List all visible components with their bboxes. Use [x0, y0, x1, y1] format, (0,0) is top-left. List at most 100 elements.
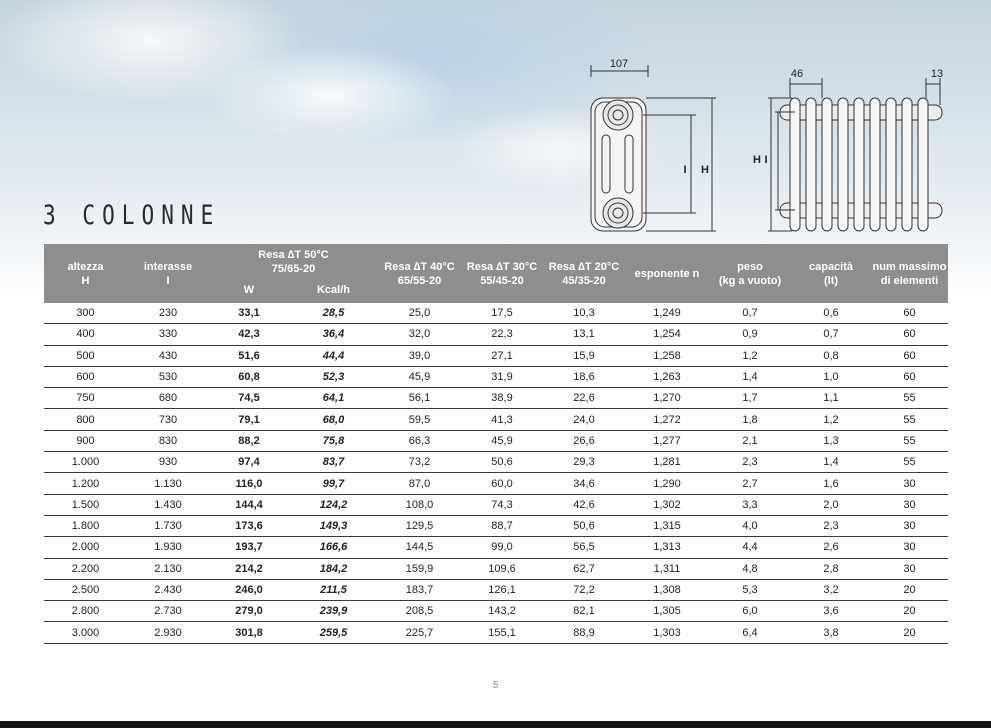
table-cell: 55: [871, 387, 948, 410]
table-cell: 2.000: [44, 536, 127, 559]
table-cell: 39,0: [378, 345, 461, 367]
header-w: W: [209, 276, 289, 303]
table-cell: 3,6: [791, 600, 871, 623]
table-cell: 15,9: [543, 345, 625, 367]
table-row: 1.800 1.730 173,6 149,3 129,5 88,7 50,6 1,315 4,…: [44, 515, 948, 538]
table-cell: 1.500: [44, 494, 127, 516]
table-cell: 900: [44, 430, 127, 453]
table-cell: 300: [44, 303, 127, 325]
table-cell: 45,9: [378, 366, 461, 389]
table-cell: 2,3: [709, 451, 791, 474]
table-row: 2.800 2.730 279,0 239,9 208,5 143,2 82,1 1,305 6…: [44, 600, 948, 623]
table-cell: 129,5: [378, 515, 461, 538]
table-cell: 259,5: [289, 621, 378, 644]
table-cell: 3,3: [709, 494, 791, 516]
table-cell: 2.430: [127, 579, 209, 602]
table-cell: 55: [871, 451, 948, 474]
table-cell: 1,313: [625, 536, 709, 559]
header-kcal: Kcal/h: [289, 276, 378, 303]
table-row: 2.500 2.430 246,0 211,5 183,7 126,1 72,2 1,308 5…: [44, 579, 948, 602]
table-cell: 97,4: [209, 451, 289, 474]
table-cell: 2.200: [44, 558, 127, 580]
table-cell: 60: [871, 366, 948, 389]
table-cell: 20: [871, 579, 948, 602]
table-cell: 60: [871, 345, 948, 367]
table-body: 300 230 33,1 28,5 25,0 17,5 10,3 1,249 0,7 0,6 60 4…: [44, 303, 948, 644]
table-cell: 2,6: [791, 536, 871, 559]
table-cell: 1,290: [625, 472, 709, 495]
table-cell: 116,0: [209, 472, 289, 495]
pitch-dimension-label: 46: [791, 68, 803, 80]
footer-band: [0, 721, 991, 728]
table-cell: 2.800: [44, 600, 127, 623]
table-cell: 0,6: [791, 303, 871, 325]
side-view-drawing: [590, 65, 716, 232]
table-cell: 1,315: [625, 515, 709, 538]
table-cell: 1,249: [625, 303, 709, 325]
page-title: 3 COLONNE: [43, 200, 221, 231]
table-cell: 500: [44, 345, 127, 367]
header-elementi: num massimo di elementi: [871, 244, 948, 303]
table-row: 1.000 930 97,4 83,7 73,2 50,6 29,3 1,281 2,3 1,4 5…: [44, 451, 948, 474]
table-cell: 1,2: [791, 408, 871, 431]
table-cell: 33,1: [209, 303, 289, 325]
table-cell: 1,4: [709, 366, 791, 389]
table-cell: 64,1: [289, 387, 378, 410]
table-cell: 149,3: [289, 515, 378, 538]
table-cell: 60: [871, 303, 948, 325]
header-resa-40: Resa ∆T 40°C 65/55-20: [378, 244, 461, 303]
header-resa-50: Resa ∆T 50°C 75/65-20: [209, 244, 378, 276]
table-cell: 30: [871, 536, 948, 559]
table-cell: 20: [871, 600, 948, 623]
table-cell: 17,5: [461, 303, 543, 325]
header-resa-20: Resa ∆T 20°C 45/35-20: [543, 244, 625, 303]
table-cell: 30: [871, 472, 948, 495]
header-interasse: interasse I: [127, 244, 209, 303]
table-cell: 31,9: [461, 366, 543, 389]
table-cell: 0,9: [709, 323, 791, 346]
table-cell: 99,0: [461, 536, 543, 559]
table-cell: 30: [871, 515, 948, 538]
table-cell: 246,0: [209, 579, 289, 602]
table-cell: 400: [44, 323, 127, 346]
table-cell: 4,8: [709, 558, 791, 580]
table-cell: 530: [127, 366, 209, 389]
table-cell: 83,7: [289, 451, 378, 474]
table-cell: 29,3: [543, 451, 625, 474]
table-row: 2.200 2.130 214,2 184,2 159,9 109,6 62,7 1,311 4…: [44, 558, 948, 580]
table-cell: 330: [127, 323, 209, 346]
table-cell: 0,7: [791, 323, 871, 346]
table-cell: 1.000: [44, 451, 127, 474]
table-cell: 60: [871, 323, 948, 346]
table-cell: 44,4: [289, 345, 378, 367]
table-cell: 2,8: [791, 558, 871, 580]
table-cell: 2,3: [791, 515, 871, 538]
table-cell: 22,3: [461, 323, 543, 346]
table-cell: 279,0: [209, 600, 289, 623]
table-cell: 750: [44, 387, 127, 410]
table-row: 1.500 1.430 144,4 124,2 108,0 74,3 42,6 1,302 3,…: [44, 494, 948, 516]
table-cell: 1,8: [709, 408, 791, 431]
table-cell: 0,7: [709, 303, 791, 325]
table-cell: 56,1: [378, 387, 461, 410]
table-cell: 72,2: [543, 579, 625, 602]
table-cell: 75,8: [289, 430, 378, 453]
table-cell: 166,6: [289, 536, 378, 559]
table-cell: 3,8: [791, 621, 871, 644]
table-cell: 126,1: [461, 579, 543, 602]
table-cell: 2,7: [709, 472, 791, 495]
table-cell: 214,2: [209, 558, 289, 580]
table-cell: 60,8: [209, 366, 289, 389]
table-cell: 25,0: [378, 303, 461, 325]
front-h-label: H: [753, 154, 761, 166]
table-cell: 1,270: [625, 387, 709, 410]
table-cell: 60,0: [461, 472, 543, 495]
table-cell: 30: [871, 558, 948, 580]
table-cell: 1,281: [625, 451, 709, 474]
front-view-drawing: [768, 78, 943, 232]
table-cell: 87,0: [378, 472, 461, 495]
table-row: 750 680 74,5 64,1 56,1 38,9 22,6 1,270 1,7 1,1 55: [44, 387, 948, 410]
table-cell: 143,2: [461, 600, 543, 623]
table-cell: 1,0: [791, 366, 871, 389]
table-cell: 124,2: [289, 494, 378, 516]
